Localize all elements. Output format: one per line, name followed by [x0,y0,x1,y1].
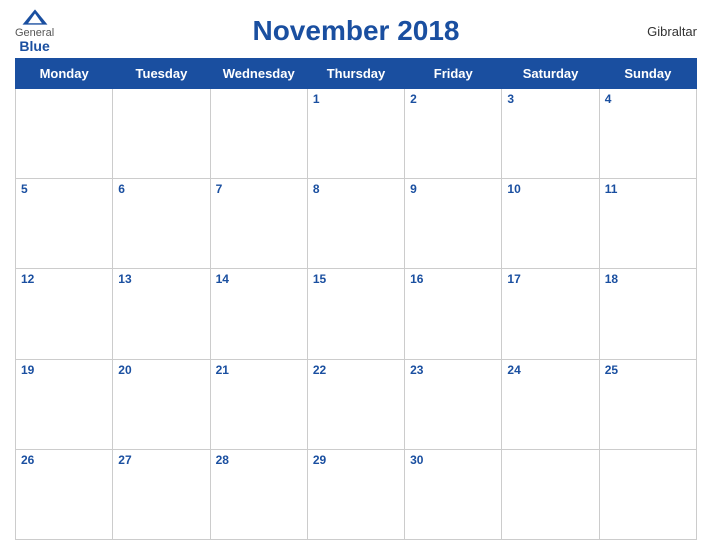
calendar-cell: 9 [405,179,502,269]
day-number: 21 [216,363,229,377]
calendar-cell: 10 [502,179,599,269]
calendar-cell [502,449,599,539]
calendar-cell: 30 [405,449,502,539]
calendar-body: 1234567891011121314151617181920212223242… [16,89,697,540]
day-number: 4 [605,92,612,106]
day-number: 3 [507,92,514,106]
calendar-cell: 20 [113,359,210,449]
day-number: 19 [21,363,34,377]
day-number: 18 [605,272,618,286]
calendar-cell: 1 [307,89,404,179]
logo-blue-text: Blue [19,39,49,54]
calendar-cell: 23 [405,359,502,449]
calendar-cell: 2 [405,89,502,179]
calendar-week-4: 19 20 21 22 23 24 25 [16,359,697,449]
day-number: 22 [313,363,326,377]
calendar-cell: 27 [113,449,210,539]
calendar-cell [599,449,696,539]
calendar-cell: 21 [210,359,307,449]
calendar-cell: 29 [307,449,404,539]
weekday-header-monday: Monday [16,59,113,89]
calendar-cell: 18 [599,269,696,359]
day-number: 24 [507,363,520,377]
calendar-cell: 17 [502,269,599,359]
day-number: 6 [118,182,125,196]
day-number: 11 [605,182,618,196]
calendar-cell: 5 [16,179,113,269]
logo-icon [21,8,49,26]
country-label: Gibraltar [647,24,697,39]
calendar-week-1: 1 2 3 4 [16,89,697,179]
calendar-cell: 3 [502,89,599,179]
day-number: 13 [118,272,131,286]
calendar-cell: 12 [16,269,113,359]
day-number: 26 [21,453,34,467]
weekday-header-saturday: Saturday [502,59,599,89]
calendar-cell: 24 [502,359,599,449]
day-number: 12 [21,272,34,286]
day-number: 16 [410,272,423,286]
day-number: 1 [313,92,320,106]
calendar-cell: 22 [307,359,404,449]
day-number: 30 [410,453,423,467]
calendar-cell: 6 [113,179,210,269]
calendar-cell: 7 [210,179,307,269]
day-number: 8 [313,182,320,196]
calendar-week-5: 26 27 28 29 30 [16,449,697,539]
calendar-cell [210,89,307,179]
day-number: 23 [410,363,423,377]
calendar-table: MondayTuesdayWednesdayThursdayFridaySatu… [15,58,697,540]
weekday-header-wednesday: Wednesday [210,59,307,89]
calendar-cell: 8 [307,179,404,269]
calendar-cell: 16 [405,269,502,359]
calendar-cell: 4 [599,89,696,179]
day-number: 14 [216,272,229,286]
weekday-header-thursday: Thursday [307,59,404,89]
calendar-cell: 11 [599,179,696,269]
day-number: 20 [118,363,131,377]
calendar-header: General Blue November 2018 Gibraltar [15,10,697,52]
day-number: 15 [313,272,326,286]
page-title: November 2018 [252,15,459,47]
day-number: 27 [118,453,131,467]
day-number: 29 [313,453,326,467]
calendar-header-row: MondayTuesdayWednesdayThursdayFridaySatu… [16,59,697,89]
calendar-cell: 14 [210,269,307,359]
calendar-week-3: 12 13 14 15 16 17 18 [16,269,697,359]
day-number: 28 [216,453,229,467]
day-number: 17 [507,272,520,286]
day-number: 10 [507,182,520,196]
logo: General Blue [15,8,54,54]
day-number: 2 [410,92,417,106]
calendar-week-2: 5 6 7 8 9 10 11 [16,179,697,269]
day-number: 9 [410,182,417,196]
calendar-cell [113,89,210,179]
calendar-cell: 15 [307,269,404,359]
weekday-header-friday: Friday [405,59,502,89]
calendar-cell: 26 [16,449,113,539]
calendar-cell: 13 [113,269,210,359]
calendar-cell: 28 [210,449,307,539]
calendar-cell: 25 [599,359,696,449]
day-number: 25 [605,363,618,377]
day-number: 5 [21,182,28,196]
calendar-cell [16,89,113,179]
weekday-header-tuesday: Tuesday [113,59,210,89]
calendar-cell: 19 [16,359,113,449]
weekday-header-sunday: Sunday [599,59,696,89]
day-number: 7 [216,182,223,196]
